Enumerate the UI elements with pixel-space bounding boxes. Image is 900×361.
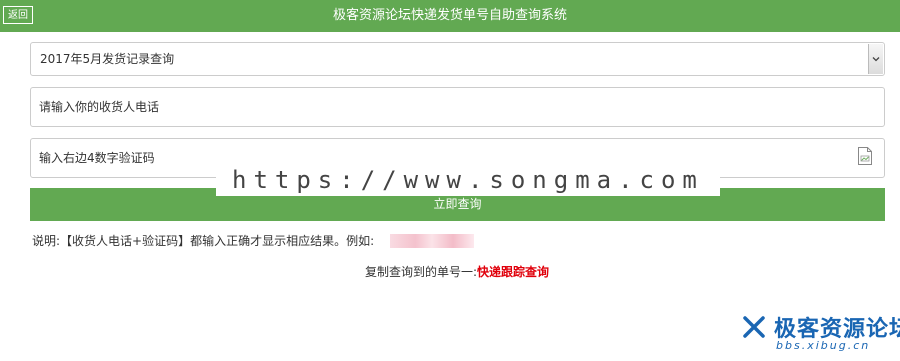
tracking-link[interactable]: 快递跟踪查询 [477,265,549,279]
instruction-note: 说明:【收货人电话+验证码】都输入正确才显示相应结果。例如: [32,234,375,248]
chevron-down-icon[interactable] [868,44,883,74]
watermark-url: https://www.songma.com [216,164,720,196]
copy-hint: 复制查询到的单号一:快递跟踪查询 [0,263,900,281]
copy-hint-text: 复制查询到的单号一: [364,265,478,279]
page-title: 极客资源论坛快递发货单号自助查询系统 [332,8,567,23]
logo-url: bbs.xibug.cn [776,339,871,352]
phone-input[interactable] [30,87,885,127]
logo-icon [740,315,768,341]
period-select[interactable]: 2017年5月发货记录查询 [30,42,885,76]
period-select-value: 2017年5月发货记录查询 [40,52,175,66]
redacted-example-value [390,234,474,248]
broken-image-icon[interactable] [856,146,874,166]
header-bar: 极客资源论坛快递发货单号自助查询系统 返回 [0,0,900,32]
back-button[interactable]: 返回 [3,6,33,24]
